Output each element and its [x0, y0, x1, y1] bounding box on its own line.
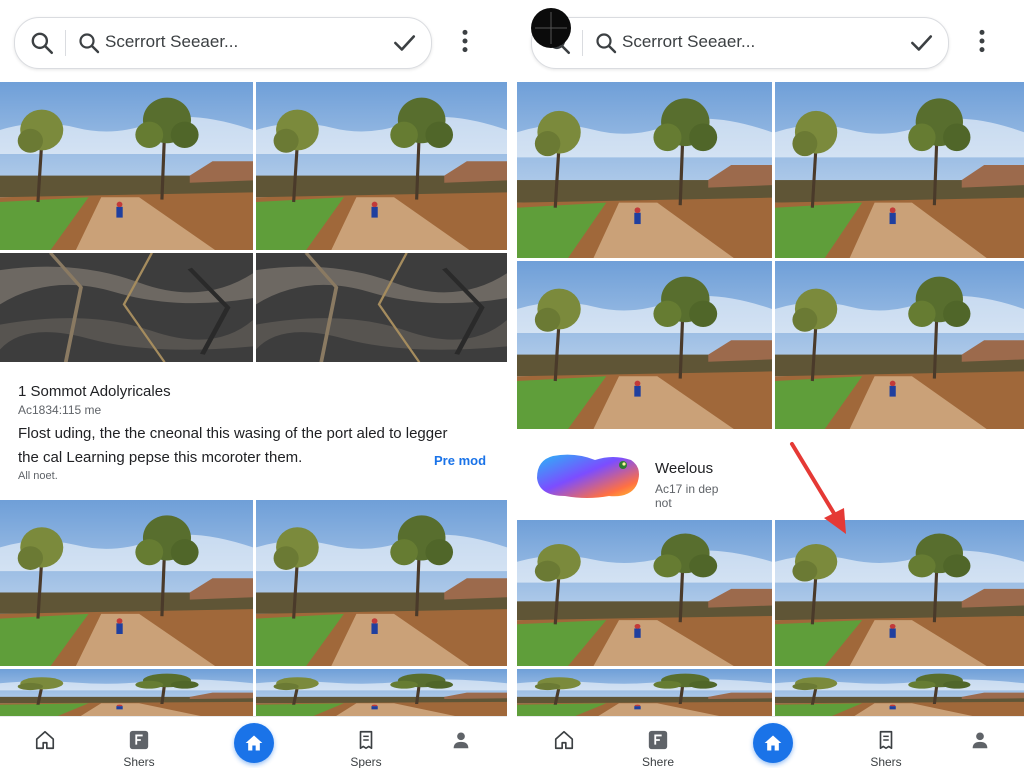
person-icon: [453, 732, 469, 749]
promo-card[interactable]: Weelous Ac17 in dep not: [517, 432, 1024, 520]
promo-logo-icon: [537, 454, 639, 498]
search-bar[interactable]: Scerrort Seeaer...: [14, 17, 432, 69]
record-dot: [531, 8, 571, 48]
info-body-line: the cal Learning pepse this mcoroter the…: [18, 449, 303, 466]
checkmark-icon[interactable]: [908, 30, 934, 56]
search-input[interactable]: Scerrort Seeaer...: [622, 32, 755, 52]
receipt-icon: [359, 730, 373, 750]
right-screen: Scerrort Seeaer... Weelous Ac17 in dep n…: [517, 0, 1024, 768]
f-square-icon: [129, 730, 149, 750]
info-subtitle: Ac1834:115 me: [18, 403, 102, 417]
search-icon[interactable]: [29, 30, 55, 56]
info-action-link[interactable]: Pre mod: [434, 453, 486, 468]
top-bar: Scerrort Seeaer...: [0, 0, 507, 82]
photo-thumbnail[interactable]: [0, 82, 253, 250]
screen-divider: [507, 0, 517, 768]
nav-item-shere[interactable]: Shere: [623, 717, 693, 768]
photo-thumbnail[interactable]: [256, 500, 507, 666]
search-input[interactable]: Scerrort Seeaer...: [105, 32, 238, 52]
person-icon: [972, 732, 988, 749]
photo-thumbnail[interactable]: [256, 82, 507, 250]
nav-label: Shers: [870, 755, 902, 768]
nav-label: Shere: [641, 755, 675, 768]
left-screen: Scerrort Seeaer... 1 Sommot Adolyricales…: [0, 0, 507, 768]
nav-item-home-active[interactable]: [234, 723, 274, 763]
nav-item-profile[interactable]: [426, 717, 496, 768]
promo-subtitle: Ac17 in dep: [655, 482, 719, 496]
photo-thumbnail[interactable]: [775, 669, 1024, 719]
promo-subtitle: not: [655, 496, 672, 510]
info-title: 1 Sommot Adolyricales: [18, 383, 171, 400]
nav-label: Shers: [123, 755, 155, 768]
home-icon: [245, 735, 263, 751]
photo-thumbnail[interactable]: [775, 261, 1024, 429]
f-square-icon: [648, 730, 668, 750]
promo-title: Weelous: [655, 460, 714, 477]
search-divider: [65, 30, 66, 56]
photo-thumbnail[interactable]: [517, 261, 772, 429]
top-bar: Scerrort Seeaer...: [517, 0, 1024, 82]
red-arrow-annotation: [790, 442, 846, 534]
photo-thumbnail[interactable]: [256, 669, 507, 719]
info-footer: All noet.: [18, 470, 58, 482]
crosshair-icon: [535, 12, 567, 44]
photo-thumbnail[interactable]: [256, 253, 507, 362]
search-icon: [596, 33, 617, 54]
photo-thumbnail[interactable]: [0, 500, 253, 666]
photo-thumbnail[interactable]: [0, 669, 253, 719]
more-vert-icon[interactable]: [452, 28, 478, 54]
search-bar[interactable]: Scerrort Seeaer...: [531, 17, 949, 69]
more-vert-icon[interactable]: [969, 28, 995, 54]
bottom-nav: Shers Spers: [0, 716, 507, 768]
nav-item-home-active[interactable]: [753, 723, 793, 763]
home-outline-icon: [554, 730, 574, 750]
nav-item-home[interactable]: [529, 717, 599, 768]
receipt-icon: [879, 730, 893, 750]
search-icon: [79, 33, 100, 54]
photo-thumbnail[interactable]: [517, 82, 772, 258]
home-outline-icon: [35, 730, 55, 750]
home-icon: [764, 735, 782, 751]
photo-thumbnail[interactable]: [517, 669, 772, 719]
search-divider: [582, 30, 583, 56]
bottom-nav: Shere Shers: [517, 716, 1024, 768]
checkmark-icon[interactable]: [391, 30, 417, 56]
nav-item-spers[interactable]: Spers: [331, 717, 401, 768]
info-card: 1 Sommot Adolyricales Ac1834:115 me Flos…: [0, 366, 507, 496]
photo-thumbnail[interactable]: [517, 520, 772, 666]
nav-item-shers[interactable]: Shers: [851, 717, 921, 768]
photo-thumbnail[interactable]: [775, 82, 1024, 258]
nav-item-home[interactable]: [10, 717, 80, 768]
info-body-line: Flost uding, the the cneonal this wasing…: [18, 425, 448, 442]
photo-thumbnail[interactable]: [0, 253, 253, 362]
nav-label: Spers: [350, 755, 382, 768]
photo-thumbnail[interactable]: [775, 520, 1024, 666]
nav-item-shers[interactable]: Shers: [104, 717, 174, 768]
nav-item-profile[interactable]: [945, 717, 1015, 768]
